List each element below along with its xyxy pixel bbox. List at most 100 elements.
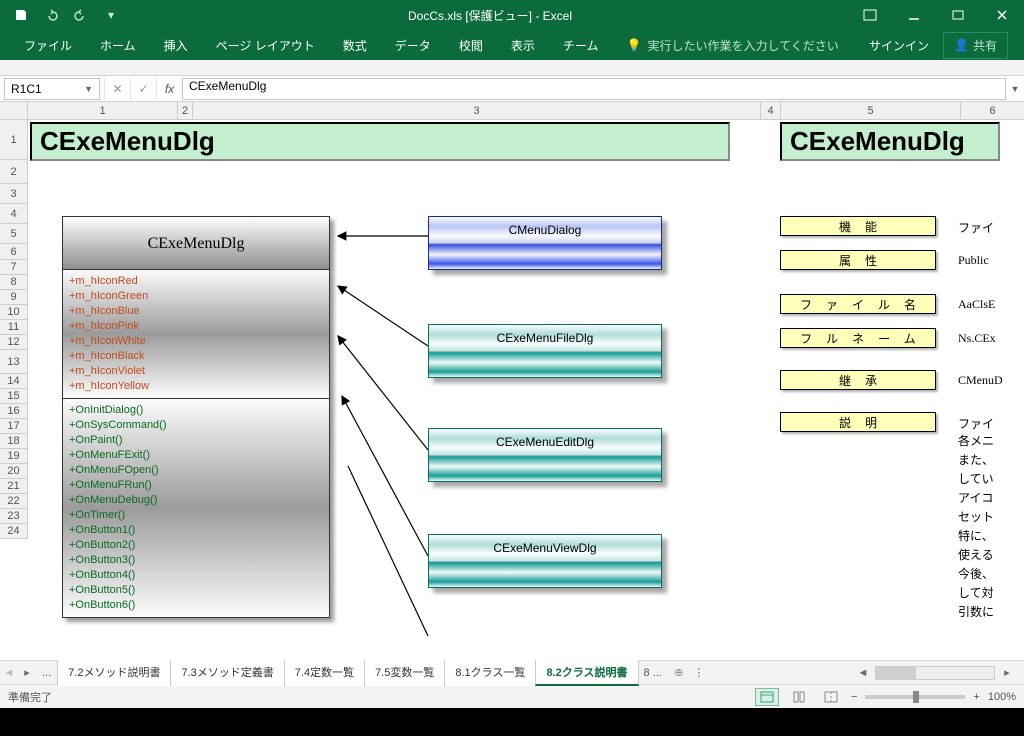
column-header[interactable]: 2 — [178, 102, 193, 120]
row-header[interactable]: 22 — [0, 494, 28, 509]
uml-attribute: +m_hIconGreen — [69, 289, 323, 304]
row-header[interactable]: 13 — [0, 350, 28, 374]
row-header[interactable]: 2 — [0, 160, 28, 184]
property-value: AaClsE — [958, 297, 995, 312]
row-headers[interactable]: 123456789101112131415161718192021222324 — [0, 120, 28, 539]
description-line: してい — [958, 470, 994, 487]
row-header[interactable]: 10 — [0, 305, 28, 320]
qat-customize-icon[interactable]: ▾ — [98, 2, 124, 28]
zoom-out-button[interactable]: − — [851, 691, 857, 703]
row-header[interactable]: 11 — [0, 320, 28, 335]
sheet-tab[interactable]: 8.2クラス説明書 — [535, 659, 638, 686]
tell-me[interactable]: 💡 実行したい作業を入力してください — [612, 37, 852, 54]
column-headers[interactable]: 123456 — [28, 102, 1024, 120]
view-page-layout-button[interactable] — [787, 688, 811, 706]
hidden-tabs-right[interactable]: 8 ... — [638, 667, 668, 679]
row-header[interactable]: 16 — [0, 404, 28, 419]
row-header[interactable]: 9 — [0, 290, 28, 305]
uml-class-box: CExeMenuDlg +m_hIconRed+m_hIconGreen+m_h… — [62, 216, 330, 618]
tab-scroll-first[interactable]: ◄ — [0, 667, 18, 679]
description-line: 今後、 — [958, 565, 994, 582]
tab-view[interactable]: 表示 — [497, 30, 549, 60]
hscroll-right-button[interactable]: ▸ — [998, 666, 1016, 679]
lightbulb-icon: 💡 — [626, 38, 641, 52]
zoom-slider-thumb[interactable] — [913, 691, 919, 703]
zoom-in-button[interactable]: + — [973, 691, 979, 703]
derived-class-label: CExeMenuFileDlg — [429, 325, 661, 352]
close-button[interactable] — [980, 0, 1024, 30]
column-header[interactable]: 3 — [193, 102, 761, 120]
property-label: ファイル名 — [780, 294, 936, 314]
row-header[interactable]: 17 — [0, 419, 28, 434]
view-normal-button[interactable] — [755, 688, 779, 706]
zoom-slider[interactable] — [865, 695, 965, 699]
row-header[interactable]: 1 — [0, 120, 28, 160]
sheet-canvas[interactable]: CExeMenuDlg CExeMenuDlg CExeMenuDlg +m_h… — [28, 120, 1024, 660]
column-header[interactable]: 6 — [961, 102, 1024, 120]
row-header[interactable]: 7 — [0, 260, 28, 275]
maximize-button[interactable] — [936, 0, 980, 30]
tab-team[interactable]: チーム — [549, 30, 613, 60]
horizontal-scrollbar[interactable] — [875, 666, 995, 680]
tab-file[interactable]: ファイル — [10, 30, 86, 60]
row-header[interactable]: 18 — [0, 434, 28, 449]
insert-function-button[interactable]: fx — [156, 78, 182, 100]
tab-page-layout[interactable]: ページ レイアウト — [202, 30, 329, 60]
sheet-tab[interactable]: 8.1クラス一覧 — [444, 659, 536, 686]
row-header[interactable]: 4 — [0, 204, 28, 224]
row-header[interactable]: 6 — [0, 244, 28, 260]
tab-scroll-prev[interactable]: ▸ — [18, 666, 36, 679]
signin-link[interactable]: サインイン — [855, 37, 943, 54]
formula-input[interactable]: CExeMenuDlg — [182, 78, 1006, 100]
worksheet-grid[interactable]: 123456 123456789101112131415161718192021… — [0, 102, 1024, 660]
row-header[interactable]: 3 — [0, 184, 28, 204]
tab-data[interactable]: データ — [381, 30, 445, 60]
cancel-formula-button[interactable]: ✕ — [104, 78, 130, 100]
hscroll-left-button[interactable]: ◄ — [854, 667, 872, 679]
uml-method: +OnMenuDebug() — [69, 493, 323, 508]
share-button[interactable]: 👤 共有 — [943, 32, 1008, 59]
row-header[interactable]: 15 — [0, 389, 28, 404]
description-line: 引数に — [958, 603, 994, 620]
row-header[interactable]: 12 — [0, 335, 28, 350]
expand-formula-bar-button[interactable]: ▼ — [1006, 84, 1024, 94]
property-label: フルネーム — [780, 328, 936, 348]
hidden-tabs-left[interactable]: ... — [36, 667, 57, 679]
view-page-break-button[interactable] — [819, 688, 843, 706]
row-header[interactable]: 21 — [0, 479, 28, 494]
sheet-tab[interactable]: 7.3メソッド定義書 — [170, 659, 284, 686]
column-header[interactable]: 5 — [781, 102, 961, 120]
row-header[interactable]: 20 — [0, 464, 28, 479]
chevron-down-icon[interactable]: ▼ — [84, 84, 93, 94]
zoom-level[interactable]: 100% — [988, 691, 1016, 703]
redo-button[interactable] — [68, 2, 94, 28]
column-header[interactable]: 1 — [28, 102, 178, 120]
tab-formulas[interactable]: 数式 — [329, 30, 381, 60]
new-sheet-button[interactable]: ⊕ — [668, 666, 690, 679]
row-header[interactable]: 14 — [0, 374, 28, 389]
column-header[interactable]: 4 — [761, 102, 781, 120]
name-box[interactable]: R1C1 ▼ — [4, 78, 100, 100]
uml-method: +OnButton2() — [69, 538, 323, 553]
minimize-button[interactable] — [892, 0, 936, 30]
undo-button[interactable] — [38, 2, 64, 28]
sheet-tab[interactable]: 7.4定数一覧 — [284, 659, 365, 686]
tabs-menu-icon[interactable]: ⋮ — [690, 666, 708, 679]
enter-formula-button[interactable]: ✓ — [130, 78, 156, 100]
uml-attribute: +m_hIconBlue — [69, 304, 323, 319]
row-header[interactable]: 8 — [0, 275, 28, 290]
scrollbar-thumb[interactable] — [876, 667, 916, 679]
save-button[interactable] — [8, 2, 34, 28]
row-header[interactable]: 5 — [0, 224, 28, 244]
sheet-tab[interactable]: 7.5変数一覧 — [364, 659, 445, 686]
tab-home[interactable]: ホーム — [86, 30, 150, 60]
tab-insert[interactable]: 挿入 — [150, 30, 202, 60]
uml-attribute: +m_hIconYellow — [69, 379, 323, 394]
tab-review[interactable]: 校閲 — [445, 30, 497, 60]
row-header[interactable]: 23 — [0, 509, 28, 524]
row-header[interactable]: 24 — [0, 524, 28, 539]
select-all-corner[interactable] — [0, 102, 28, 120]
row-header[interactable]: 19 — [0, 449, 28, 464]
ribbon-display-options-button[interactable] — [848, 0, 892, 30]
sheet-tab[interactable]: 7.2メソッド説明書 — [57, 659, 171, 686]
